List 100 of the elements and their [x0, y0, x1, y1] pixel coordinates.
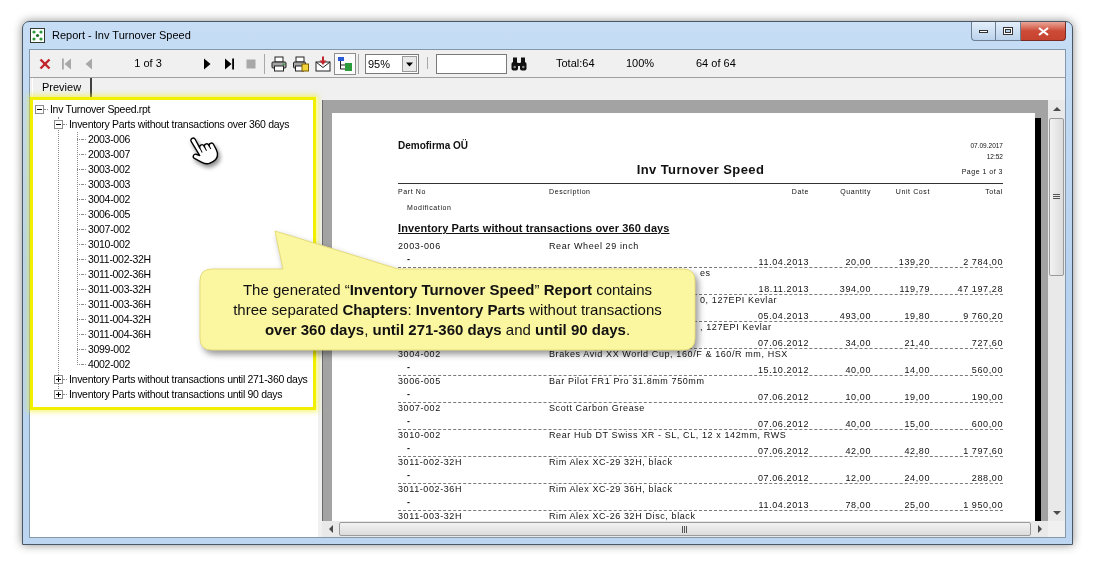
- minus-box-icon[interactable]: [35, 105, 44, 114]
- right-arrow-icon: [1035, 524, 1044, 534]
- description-text: Rear Hub DT Swiss XR - SL, CL, 12 x 142mm, RWS: [549, 430, 787, 440]
- dotted-square-icon: [30, 28, 45, 43]
- part-number: 3004-002: [398, 349, 442, 359]
- quantity-value: 40,00: [845, 419, 871, 429]
- transaction-date: 07.06.2012: [757, 419, 809, 429]
- part-number: 3007-002: [398, 403, 442, 413]
- quantity-value: 10,00: [845, 392, 871, 402]
- total-value: 560,00: [971, 365, 1003, 375]
- tree-item[interactable]: 3011-003-32H: [88, 283, 151, 296]
- tree-item[interactable]: 3003-003: [88, 178, 130, 191]
- skip-to-end-icon: [223, 57, 235, 70]
- tree-item[interactable]: 3004-002: [88, 193, 130, 206]
- tree-item[interactable]: 3010-002: [88, 238, 130, 251]
- vertical-scrollbar[interactable]: [1048, 100, 1065, 521]
- description-text: Rear Wheel 29 inch: [549, 241, 639, 251]
- transaction-date: 18.11.2013: [758, 284, 809, 294]
- unit-cost-value: 19,80: [904, 311, 930, 321]
- modification-mark: -: [407, 497, 411, 507]
- minus-box-icon[interactable]: [54, 120, 63, 129]
- total-value: 600,00: [971, 419, 1003, 429]
- close-icon: [1037, 26, 1049, 36]
- tree-item[interactable]: 3011-004-36H: [88, 328, 151, 341]
- tree-item[interactable]: Inventory Parts without transactions until 271-360 days: [69, 373, 308, 386]
- tree-item[interactable]: 3007-002: [88, 223, 130, 236]
- tree-item[interactable]: 3011-002-32H: [88, 253, 151, 266]
- unit-cost-value: 25,00: [904, 500, 930, 510]
- caret-down-icon: [402, 55, 417, 72]
- tree-item[interactable]: 3099-002: [88, 343, 130, 356]
- part-number: 3010-002: [398, 430, 442, 440]
- transaction-date: 15.10.2012: [757, 365, 809, 375]
- tree-item[interactable]: 4002-002: [88, 358, 130, 371]
- transaction-date: 11.04.2013: [758, 257, 809, 267]
- total-value: 47 197,28: [957, 284, 1003, 294]
- tree-item[interactable]: Inventory Parts without transactions over 360 days: [69, 118, 290, 131]
- quantity-value: 493,00: [839, 311, 871, 321]
- transaction-date: 05.04.2013: [757, 311, 809, 321]
- quantity-value: 40,00: [845, 365, 871, 375]
- tree-item[interactable]: Inv Turnover Speed.rpt: [50, 103, 151, 116]
- skip-to-start-icon: [61, 57, 73, 70]
- total-value: 1 950,00: [963, 500, 1003, 510]
- part-number: 3011-003-32H: [398, 511, 464, 521]
- description-text: Rim Alex XC-29 32H, black: [549, 457, 673, 467]
- section-heading: Inventory Parts without transactions over 360 days: [398, 221, 670, 235]
- description-text: Scott Carbon Grease: [549, 403, 645, 413]
- zoom-percent: 100%: [626, 56, 656, 72]
- group-tree-button[interactable]: [334, 52, 356, 75]
- tree-item[interactable]: 3011-003-36H: [88, 298, 151, 311]
- tree-item[interactable]: Inventory Parts without transactions until 90 days: [69, 388, 283, 401]
- page-indicator: 1 of 3: [133, 56, 163, 72]
- modification-mark: -: [407, 389, 411, 399]
- unit-cost-value: 14,00: [904, 365, 930, 375]
- minimize-icon: [979, 29, 988, 33]
- quantity-value: 20,00: [845, 257, 871, 267]
- quantity-value: 78,00: [845, 500, 871, 510]
- close-window-button[interactable]: [1021, 22, 1066, 41]
- description-text: Brakes Avid XX World Cup, 160/F & 160/R mm, HSX: [549, 349, 788, 359]
- tree-item[interactable]: 2003-007: [88, 148, 130, 161]
- left-triangle-icon: [83, 57, 95, 70]
- scroll-thumb[interactable]: [1049, 118, 1064, 276]
- modification-mark: -: [407, 254, 411, 264]
- maximize-button[interactable]: [996, 22, 1021, 41]
- description-text: , 127EPI Kevlar: [700, 322, 772, 332]
- part-number: 3011-002-32H: [398, 457, 464, 467]
- grip-icon: [1053, 194, 1060, 200]
- report-title: Inv Turnover Speed: [636, 162, 765, 178]
- company-name: Demofirma OÜ: [398, 140, 468, 152]
- right-triangle-icon: [201, 57, 213, 70]
- horizontal-scrollbar[interactable]: [322, 521, 1048, 537]
- record-count: 64 of 64: [696, 56, 736, 72]
- total-value: 727,60: [971, 338, 1003, 348]
- up-arrow-icon: [1051, 104, 1062, 113]
- printer-icon: [271, 55, 287, 72]
- tree-item[interactable]: 3011-004-32H: [88, 313, 151, 326]
- tree-item[interactable]: 3011-002-36H: [88, 268, 151, 281]
- description-text: Rim Alex XC-26 32H Disc, black: [549, 511, 696, 521]
- description-text: es: [700, 268, 711, 278]
- scroll-thumb[interactable]: [339, 522, 1031, 536]
- total-value: 1 797,60: [963, 446, 1003, 456]
- modification-mark: -: [407, 470, 411, 480]
- modification-mark: -: [407, 443, 411, 453]
- transaction-date: 11.04.2013: [758, 500, 809, 510]
- description-text: 0, 127EPI Kevlar: [700, 295, 778, 305]
- search-field[interactable]: [436, 53, 507, 74]
- plus-box-icon[interactable]: [54, 390, 63, 399]
- zoom-select[interactable]: 95%: [365, 53, 419, 74]
- quantity-value: 42,00: [845, 446, 871, 456]
- preview-tab[interactable]: Preview: [32, 78, 93, 97]
- tree-item[interactable]: 3003-002: [88, 163, 130, 176]
- minimize-button[interactable]: [971, 22, 996, 41]
- window-title: Report - Inv Turnover Speed: [52, 28, 191, 44]
- tree-item[interactable]: 3006-005: [88, 208, 130, 221]
- transaction-date: 07.06.2012: [757, 338, 809, 348]
- square-icon: [245, 57, 257, 70]
- quantity-value: 394,00: [839, 284, 871, 294]
- plus-box-icon[interactable]: [54, 375, 63, 384]
- transaction-date: 07.06.2012: [757, 473, 809, 483]
- tree-item[interactable]: 2003-006: [88, 133, 130, 146]
- transaction-date: 07.06.2012: [757, 392, 809, 402]
